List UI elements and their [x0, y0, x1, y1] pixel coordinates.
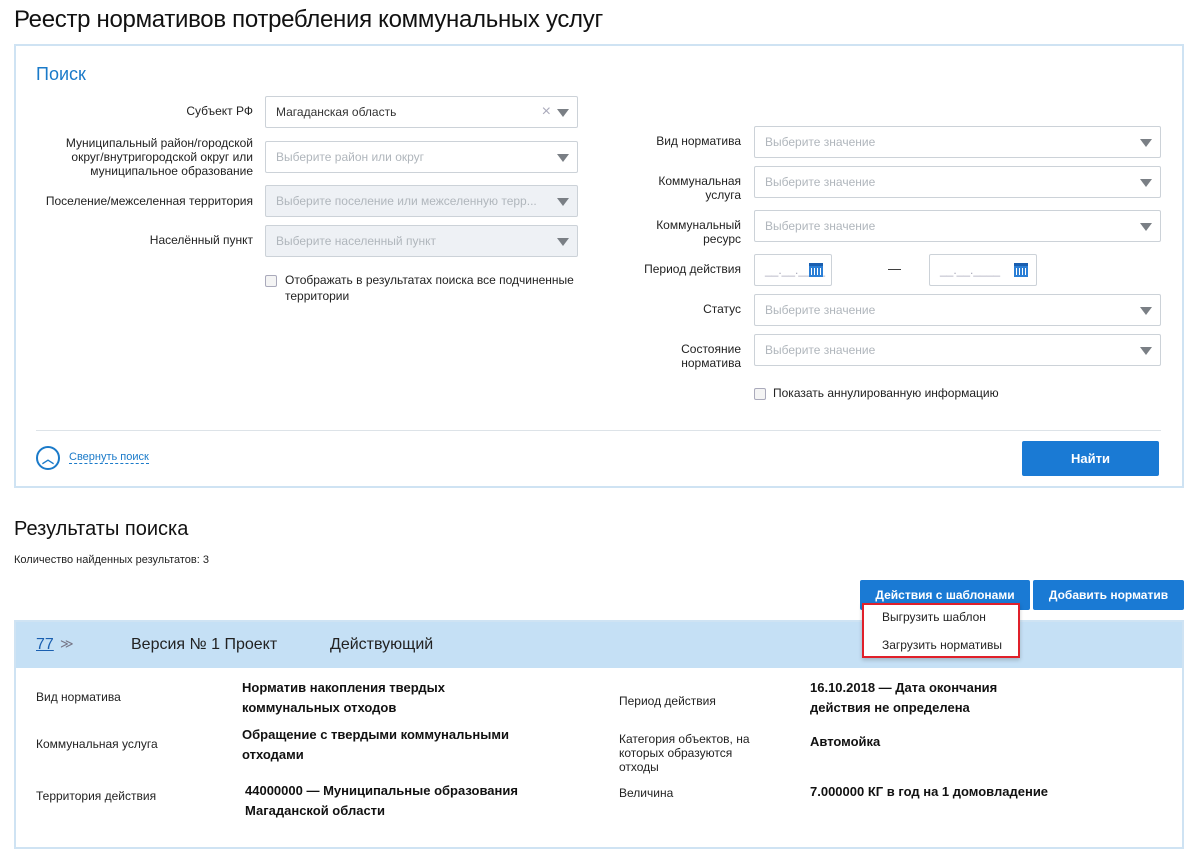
- settlement-placeholder: Выберите поселение или межселенную терр.…: [276, 194, 537, 208]
- period-from-input[interactable]: __.__.____: [754, 254, 832, 286]
- period-to-value: __.__.____: [940, 263, 1001, 277]
- chevron-down-icon: [557, 109, 569, 117]
- field-label: Коммунальная услуга: [36, 737, 158, 751]
- calendar-icon[interactable]: [1014, 263, 1028, 277]
- period-to-input[interactable]: __.__.____: [929, 254, 1037, 286]
- field-label: Вид норматива: [36, 690, 121, 704]
- settlement-select[interactable]: Выберите поселение или межселенную терр.…: [265, 185, 578, 217]
- chevron-down-icon: [557, 154, 569, 162]
- show-annulled-checkbox[interactable]: [754, 388, 766, 400]
- page-title: Реестр нормативов потребления коммунальн…: [14, 6, 603, 33]
- expand-icon[interactable]: ≫: [60, 636, 74, 652]
- service-select[interactable]: Выберите значение: [754, 166, 1161, 198]
- period-label: Период действия: [644, 262, 741, 276]
- chevron-down-icon: [1140, 347, 1152, 355]
- menu-item-export-template[interactable]: Выгрузить шаблон: [882, 610, 986, 624]
- add-norm-button[interactable]: Добавить норматив: [1033, 580, 1184, 610]
- field-label: Территория действия: [36, 789, 157, 803]
- district-label: Муниципальный район/городской округ/внут…: [65, 136, 253, 178]
- state-label: Состояние норматива: [681, 342, 741, 370]
- status-placeholder: Выберите значение: [765, 303, 876, 317]
- resource-select[interactable]: Выберите значение: [754, 210, 1161, 242]
- resource-label: Коммунальный ресурс: [656, 218, 741, 246]
- chevron-down-icon: [1140, 179, 1152, 187]
- period-dash: —: [888, 261, 901, 276]
- result-version: Версия № 1 Проект: [131, 636, 278, 653]
- field-value: Норматив накопления твердых коммунальных…: [242, 680, 445, 715]
- service-label: Коммунальная услуга: [658, 174, 741, 202]
- field-value: Автомойка: [810, 734, 881, 749]
- district-placeholder: Выберите район или округ: [276, 150, 425, 164]
- resource-placeholder: Выберите значение: [765, 219, 876, 233]
- chevron-up-icon[interactable]: ︿: [36, 446, 60, 470]
- field-value: Обращение с твердыми коммунальными отход…: [242, 727, 509, 762]
- result-id-link[interactable]: 77: [36, 636, 54, 654]
- show-subordinate-label: Отображать в результатах поиска все подч…: [285, 273, 574, 303]
- result-status: Действующий: [330, 636, 434, 653]
- collapse-search-link[interactable]: Свернуть поиск: [69, 451, 149, 464]
- clear-icon[interactable]: ×: [542, 97, 551, 127]
- divider: [36, 430, 1161, 431]
- field-label: Величина: [619, 786, 674, 800]
- field-value: 44000000 — Муниципальные образования Маг…: [245, 783, 518, 818]
- norm-type-label: Вид норматива: [656, 134, 741, 148]
- chevron-down-icon: [1140, 223, 1152, 231]
- locality-placeholder: Выберите населенный пункт: [276, 234, 436, 248]
- locality-label: Населённый пункт: [149, 233, 253, 247]
- field-label: Период действия: [619, 694, 716, 708]
- results-count: Количество найденных результатов: 3: [14, 554, 209, 566]
- status-label: Статус: [703, 302, 741, 316]
- subject-value: Магаданская область: [276, 105, 397, 119]
- norm-type-select[interactable]: Выберите значение: [754, 126, 1161, 158]
- chevron-down-icon: [557, 198, 569, 206]
- settlement-label: Поселение/межселенная территория: [45, 194, 253, 208]
- search-title: Поиск: [36, 64, 86, 84]
- templates-menu: Выгрузить шаблон Загрузить нормативы: [862, 603, 1020, 658]
- field-value: 16.10.2018 — Дата окончания действия не …: [810, 680, 998, 715]
- calendar-icon[interactable]: [809, 263, 823, 277]
- state-placeholder: Выберите значение: [765, 343, 876, 357]
- service-placeholder: Выберите значение: [765, 175, 876, 189]
- subject-select[interactable]: Магаданская область ×: [265, 96, 578, 128]
- subject-label: Субъект РФ: [186, 104, 253, 118]
- results-title: Результаты поиска: [14, 518, 189, 540]
- chevron-down-icon: [1140, 307, 1152, 315]
- status-select[interactable]: Выберите значение: [754, 294, 1161, 326]
- norm-type-placeholder: Выберите значение: [765, 135, 876, 149]
- field-value: 7.000000 КГ в год на 1 домовладение: [810, 784, 1049, 799]
- field-label: Категория объектов, на которых образуютс…: [619, 732, 750, 774]
- show-annulled-label: Показать аннулированную информацию: [773, 386, 999, 400]
- menu-item-upload-norms[interactable]: Загрузить нормативы: [882, 638, 1002, 652]
- locality-select[interactable]: Выберите населенный пункт: [265, 225, 578, 257]
- find-button[interactable]: Найти: [1022, 441, 1159, 476]
- district-select[interactable]: Выберите район или округ: [265, 141, 578, 173]
- chevron-down-icon: [1140, 139, 1152, 147]
- show-subordinate-checkbox[interactable]: [265, 275, 277, 287]
- chevron-down-icon: [557, 238, 569, 246]
- state-select[interactable]: Выберите значение: [754, 334, 1161, 366]
